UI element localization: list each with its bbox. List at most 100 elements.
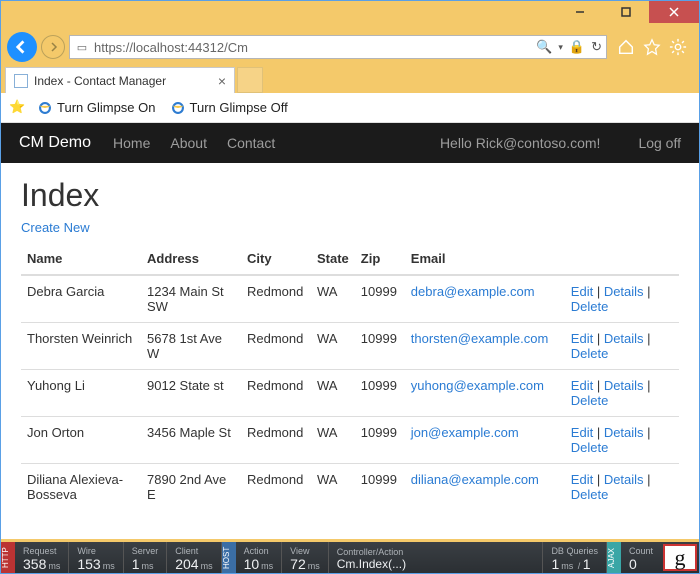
cell-name: Jon Orton xyxy=(21,417,141,464)
th-name: Name xyxy=(21,243,141,275)
app-content: CM Demo Home About Contact Hello Rick@co… xyxy=(1,123,699,510)
cell-zip: 10999 xyxy=(355,275,405,323)
favorites-bar: ⭐ Turn Glimpse On Turn Glimpse Off xyxy=(1,93,699,123)
cell-address: 7890 2nd Ave E xyxy=(141,464,241,511)
glimpse-bar[interactable]: HTTP Request358ms Wire153ms Server1ms Cl… xyxy=(1,539,699,573)
browser-tabs: Index - Contact Manager × xyxy=(1,63,699,93)
browser-tab[interactable]: Index - Contact Manager × xyxy=(5,67,235,93)
tab-page-icon xyxy=(14,74,28,88)
email-link[interactable]: thorsten@example.com xyxy=(411,331,548,346)
glimpse-logo[interactable]: g xyxy=(663,544,697,571)
email-link[interactable]: yuhong@example.com xyxy=(411,378,544,393)
tab-title: Index - Contact Manager xyxy=(34,74,166,88)
nav-about[interactable]: About xyxy=(170,135,207,151)
glimpse-controller[interactable]: Controller/ActionCm.Index(...) xyxy=(329,542,544,573)
refresh-icon[interactable]: ↻ xyxy=(591,39,602,55)
glimpse-action[interactable]: Action10ms xyxy=(236,542,283,573)
details-link[interactable]: Details xyxy=(604,378,644,393)
fav-glimpse-off[interactable]: Turn Glimpse Off xyxy=(166,98,292,118)
edit-link[interactable]: Edit xyxy=(571,284,593,299)
th-state: State xyxy=(311,243,355,275)
cell-actions: Edit | Details | Delete xyxy=(565,323,679,370)
nav-contact[interactable]: Contact xyxy=(227,135,275,151)
th-city: City xyxy=(241,243,311,275)
cell-name: Debra Garcia xyxy=(21,275,141,323)
cell-zip: 10999 xyxy=(355,464,405,511)
tab-close-icon[interactable]: × xyxy=(218,73,226,89)
lock-icon: 🔒 xyxy=(569,39,585,55)
glimpse-host-label: HOST xyxy=(222,542,236,573)
close-button[interactable] xyxy=(649,1,699,23)
email-link[interactable]: jon@example.com xyxy=(411,425,519,440)
nav-home[interactable]: Home xyxy=(113,135,150,151)
details-link[interactable]: Details xyxy=(604,284,644,299)
nav-logoff[interactable]: Log off xyxy=(638,135,681,151)
th-actions xyxy=(565,243,679,275)
table-row: Debra Garcia1234 Main St SWRedmondWA1099… xyxy=(21,275,679,323)
cell-actions: Edit | Details | Delete xyxy=(565,464,679,511)
table-row: Diliana Alexieva-Bosseva7890 2nd Ave ERe… xyxy=(21,464,679,511)
add-favorite-icon[interactable]: ⭐ xyxy=(9,99,27,117)
details-link[interactable]: Details xyxy=(604,331,644,346)
cell-email: jon@example.com xyxy=(405,417,565,464)
edit-link[interactable]: Edit xyxy=(571,472,593,487)
delete-link[interactable]: Delete xyxy=(571,299,609,314)
edit-link[interactable]: Edit xyxy=(571,425,593,440)
page-title: Index xyxy=(21,177,679,214)
search-icon[interactable]: 🔍 xyxy=(536,39,552,55)
cell-address: 9012 State st xyxy=(141,370,241,417)
new-tab-button[interactable] xyxy=(237,67,263,93)
cell-name: Yuhong Li xyxy=(21,370,141,417)
edit-link[interactable]: Edit xyxy=(571,378,593,393)
cell-name: Thorsten Weinrich xyxy=(21,323,141,370)
edit-link[interactable]: Edit xyxy=(571,331,593,346)
email-link[interactable]: debra@example.com xyxy=(411,284,535,299)
home-icon[interactable] xyxy=(617,38,635,56)
glimpse-wire[interactable]: Wire153ms xyxy=(69,542,123,573)
create-new-link[interactable]: Create New xyxy=(21,220,90,235)
th-zip: Zip xyxy=(355,243,405,275)
details-link[interactable]: Details xyxy=(604,425,644,440)
ie-icon xyxy=(37,100,53,116)
glimpse-server[interactable]: Server1ms xyxy=(124,542,168,573)
delete-link[interactable]: Delete xyxy=(571,440,609,455)
back-button[interactable] xyxy=(7,32,37,62)
window-titlebar xyxy=(1,1,699,31)
minimize-button[interactable] xyxy=(557,1,603,23)
glimpse-client[interactable]: Client204ms xyxy=(167,542,221,573)
cell-actions: Edit | Details | Delete xyxy=(565,370,679,417)
glimpse-view[interactable]: View72ms xyxy=(282,542,329,573)
cell-zip: 10999 xyxy=(355,323,405,370)
cell-zip: 10999 xyxy=(355,417,405,464)
delete-link[interactable]: Delete xyxy=(571,487,609,502)
cell-state: WA xyxy=(311,323,355,370)
table-row: Thorsten Weinrich5678 1st Ave WRedmondWA… xyxy=(21,323,679,370)
url-input[interactable] xyxy=(94,40,532,55)
ie-icon xyxy=(170,100,186,116)
favorites-icon[interactable] xyxy=(643,38,661,56)
cell-address: 3456 Maple St xyxy=(141,417,241,464)
forward-button[interactable] xyxy=(41,35,65,59)
cell-zip: 10999 xyxy=(355,370,405,417)
delete-link[interactable]: Delete xyxy=(571,393,609,408)
fav-glimpse-on[interactable]: Turn Glimpse On xyxy=(33,98,160,118)
dropdown-icon[interactable]: ▾ xyxy=(558,42,563,53)
settings-icon[interactable] xyxy=(669,38,687,56)
glimpse-db[interactable]: DB Queries1ms / 1 xyxy=(543,542,607,573)
details-link[interactable]: Details xyxy=(604,472,644,487)
cell-name: Diliana Alexieva-Bosseva xyxy=(21,464,141,511)
glimpse-count[interactable]: Count0 xyxy=(621,542,661,573)
address-bar[interactable]: ▭ 🔍 ▾ 🔒 ↻ xyxy=(69,35,607,59)
cell-city: Redmond xyxy=(241,417,311,464)
email-link[interactable]: diliana@example.com xyxy=(411,472,539,487)
cell-state: WA xyxy=(311,417,355,464)
nav-greeting[interactable]: Hello Rick@contoso.com! xyxy=(440,135,601,151)
cell-actions: Edit | Details | Delete xyxy=(565,275,679,323)
glimpse-request[interactable]: Request358ms xyxy=(15,542,69,573)
maximize-button[interactable] xyxy=(603,1,649,23)
brand[interactable]: CM Demo xyxy=(19,134,91,152)
table-row: Yuhong Li9012 State stRedmondWA10999yuho… xyxy=(21,370,679,417)
th-email: Email xyxy=(405,243,565,275)
delete-link[interactable]: Delete xyxy=(571,346,609,361)
cell-address: 5678 1st Ave W xyxy=(141,323,241,370)
